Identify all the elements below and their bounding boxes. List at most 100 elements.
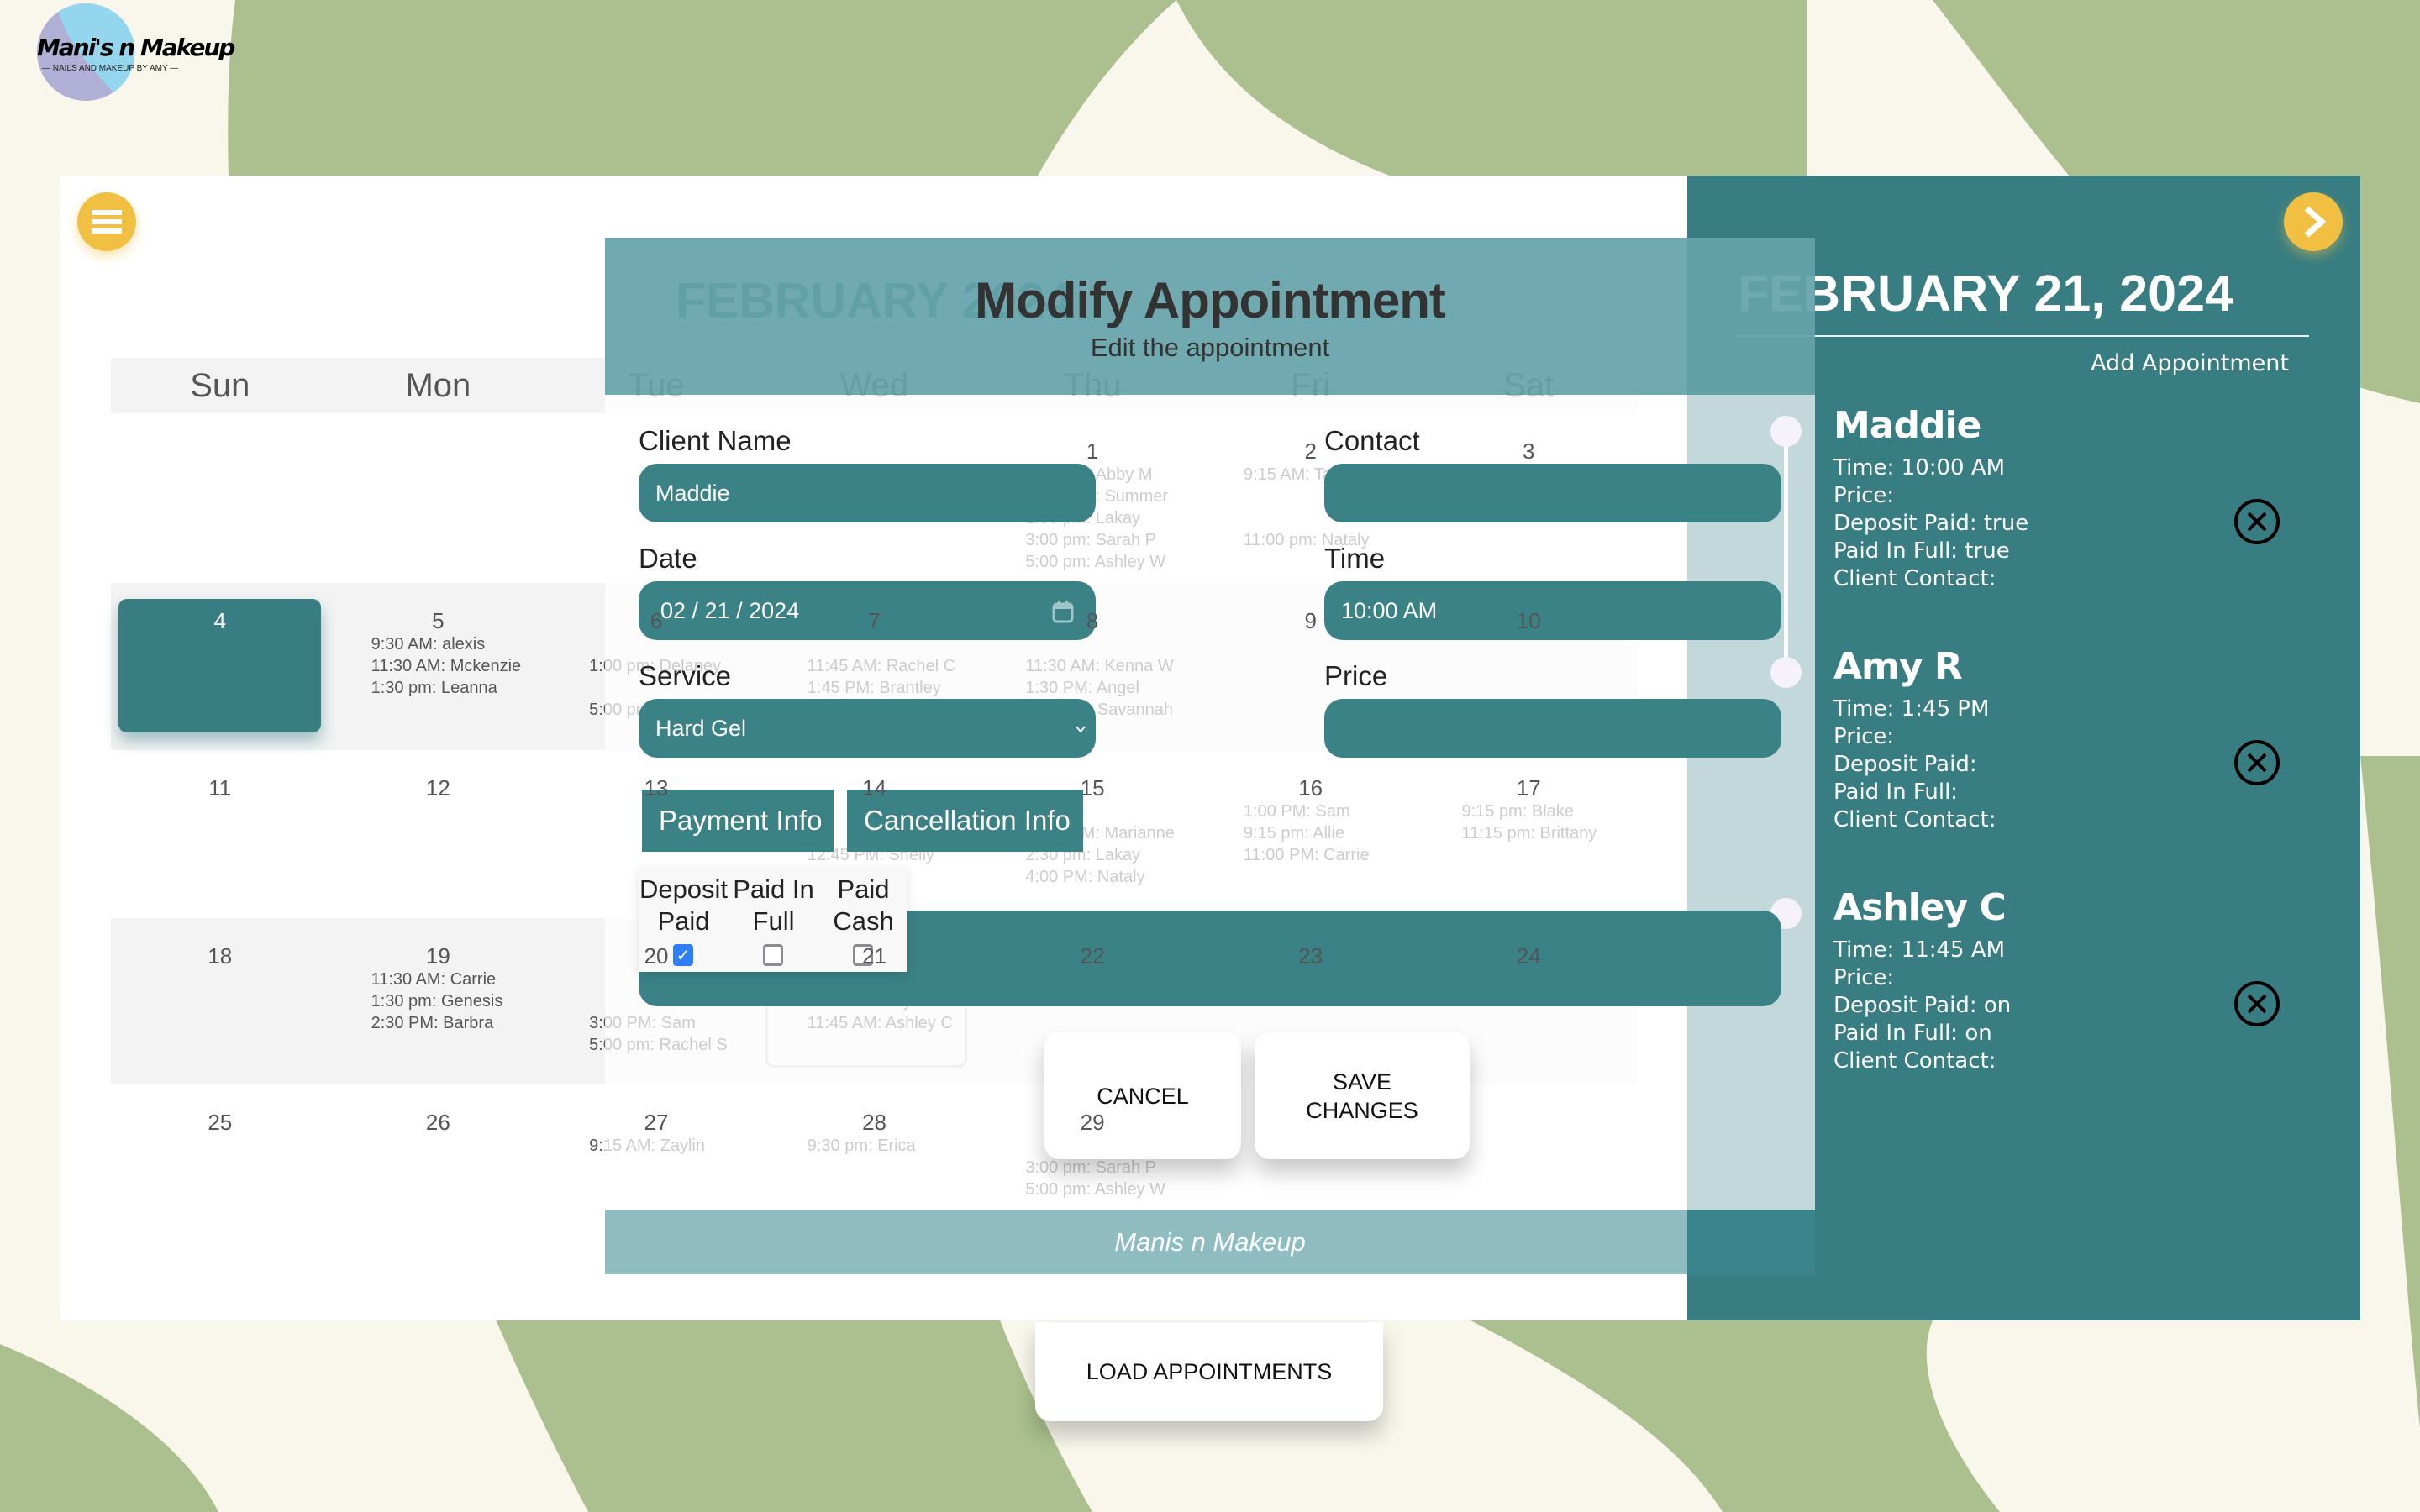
appointment-detail: Deposit Paid: xyxy=(1833,752,1977,777)
contact-input[interactable] xyxy=(1324,464,1781,522)
day-number: 20 xyxy=(644,943,669,969)
delete-appointment-icon[interactable] xyxy=(2233,980,2281,1027)
appointment-item[interactable]: Ashley C Time: 11:45 AM Price: Deposit Paid… xyxy=(1833,886,2011,1075)
day-number: 9 xyxy=(1304,608,1317,633)
time-label: Time xyxy=(1324,543,1386,574)
day-number: 1 xyxy=(1086,438,1099,464)
calendar-day-cell xyxy=(329,413,548,583)
calendar-entry[interactable]: 2:30 PM: Barbra xyxy=(329,1012,548,1034)
calendar-entry[interactable]: 1:30 pm: Genesis xyxy=(329,990,548,1012)
modal-body: Client Name Maddie Contact Date 02 / 21 … xyxy=(605,395,1815,1210)
day-number xyxy=(111,438,329,464)
price-input[interactable] xyxy=(1324,699,1781,758)
day-number: 29 xyxy=(1080,1110,1105,1135)
calendar-entry[interactable]: 1:30 pm: Leanna xyxy=(329,677,548,699)
day-number xyxy=(1419,1110,1638,1135)
appointment-name: Maddie xyxy=(1833,404,1981,447)
day-number xyxy=(765,438,984,464)
appointment-detail: Client Contact: xyxy=(1833,1048,1996,1074)
appointment-detail: Time: 10:00 AM xyxy=(1833,455,2006,480)
day-number: 5 xyxy=(432,608,445,633)
load-appointments-button[interactable]: LOAD APPOINTMENTS xyxy=(1035,1322,1383,1421)
save-changes-button[interactable]: SAVE CHANGES xyxy=(1255,1032,1470,1159)
logo-subtitle: — NAILS AND MAKEUP BY AMY — xyxy=(42,64,179,73)
label-line: Full xyxy=(752,906,795,936)
day-number: 28 xyxy=(862,1110,886,1135)
appointment-name: Ashley C xyxy=(1833,886,2007,929)
day-number xyxy=(329,438,548,464)
modal-subtitle: Edit the appointment xyxy=(1090,333,1330,362)
service-select[interactable]: Hard Gel xyxy=(639,699,1096,758)
delete-appointment-icon[interactable] xyxy=(2233,739,2281,786)
day-number xyxy=(1202,1110,1420,1135)
calendar-day-cell[interactable]: 4 xyxy=(111,583,329,750)
appointment-detail: Price: xyxy=(1833,483,1895,508)
calendar-entry[interactable]: 11:30 AM: Carrie xyxy=(329,969,548,990)
calendar-day-cell[interactable]: 5 9:30 AM: alexis 11:30 AM: Mckenzie 1:30 p… xyxy=(329,583,548,750)
appointment-name: Amy R xyxy=(1833,645,1963,688)
price-label: Price xyxy=(1324,660,1388,691)
label-line: Paid xyxy=(837,874,890,904)
appointment-item[interactable]: Amy R Time: 1:45 PM Price: Deposit Paid: Pai… xyxy=(1833,645,1996,834)
calendar-day-cell[interactable]: 25 xyxy=(111,1084,329,1252)
appointment-detail: Paid In Full: xyxy=(1833,780,1959,805)
day-number: 11 xyxy=(208,775,232,801)
label-line: Deposit xyxy=(639,874,729,904)
day-number: 25 xyxy=(208,1110,233,1135)
day-number: 24 xyxy=(1516,943,1541,969)
day-number: 16 xyxy=(1298,775,1323,801)
label-line: Paid In xyxy=(733,874,814,904)
modal-header: Modify Appointment Edit the appointment xyxy=(605,238,1815,395)
modal-title: Modify Appointment xyxy=(975,272,1446,328)
calendar-entry[interactable]: 11:30 AM: Mckenzie xyxy=(329,655,548,677)
menu-button[interactable] xyxy=(77,192,136,251)
hamburger-icon xyxy=(92,210,122,234)
day-number: 27 xyxy=(644,1110,669,1135)
cancel-button[interactable]: CANCEL xyxy=(1044,1032,1241,1159)
calendar-day-cell[interactable]: 26 xyxy=(329,1084,548,1252)
logo: Mani's n Makeup — NAILS AND MAKEUP BY AM… xyxy=(34,2,235,102)
label-line: Paid xyxy=(657,906,710,936)
next-button[interactable] xyxy=(2284,192,2343,251)
day-number: 4 xyxy=(213,608,227,633)
calendar-day-cell[interactable]: 12 xyxy=(329,750,548,918)
day-number: 23 xyxy=(1298,943,1323,969)
appointment-detail: Price: xyxy=(1833,965,1895,990)
label-line: Cash xyxy=(833,906,894,936)
day-number xyxy=(547,438,765,464)
appointment-detail: Time: 11:45 AM xyxy=(1833,937,2006,963)
day-number: 10 xyxy=(1516,608,1541,633)
day-number: 15 xyxy=(1080,775,1105,801)
service-value: Hard Gel xyxy=(655,716,747,741)
day-number: 19 xyxy=(425,943,450,969)
deposit-paid-label: Deposit Paid xyxy=(639,874,729,937)
modal-footer: Manis n Makeup xyxy=(605,1210,1815,1274)
appointment-detail: Price: xyxy=(1833,724,1895,749)
calendar-day-cell[interactable]: 11 xyxy=(111,750,329,918)
chevron-down-icon xyxy=(1076,726,1086,733)
calendar-day-cell[interactable]: 19 11:30 AM: Carrie 1:30 pm: Genesis 2:30 P… xyxy=(329,918,548,1084)
day-number: 26 xyxy=(425,1110,450,1135)
day-number: 12 xyxy=(425,775,450,801)
appointment-detail: Paid In Full: true xyxy=(1833,538,2010,564)
appointment-detail: Time: 1:45 PM xyxy=(1833,696,1990,722)
day-number: 22 xyxy=(1080,943,1105,969)
day-number: 2 xyxy=(1304,438,1317,464)
day-number: 13 xyxy=(644,775,669,801)
calendar-day-cell[interactable]: 18 xyxy=(111,918,329,1084)
appointment-detail: Paid In Full: on xyxy=(1833,1021,1992,1046)
day-number: 17 xyxy=(1516,775,1541,801)
appointment-item[interactable]: Maddie Time: 10:00 AM Price: Deposit Paid: … xyxy=(1833,404,2028,593)
client-name-input[interactable]: Maddie xyxy=(639,464,1096,522)
calendar-entry[interactable]: 9:30 AM: alexis xyxy=(329,633,548,655)
appointment-detail: Client Contact: xyxy=(1833,807,1996,832)
appointment-detail: Deposit Paid: true xyxy=(1833,511,2029,536)
day-number: 3 xyxy=(1523,438,1535,464)
date-label: Date xyxy=(639,543,697,574)
weekday-sun: Sun xyxy=(190,367,250,404)
delete-appointment-icon[interactable] xyxy=(2233,498,2281,545)
add-appointment-link[interactable]: Add Appointment xyxy=(2091,350,2289,376)
service-label: Service xyxy=(639,660,732,691)
day-number: 8 xyxy=(1086,608,1099,633)
logo-title: Mani's n Makeup xyxy=(37,34,235,61)
